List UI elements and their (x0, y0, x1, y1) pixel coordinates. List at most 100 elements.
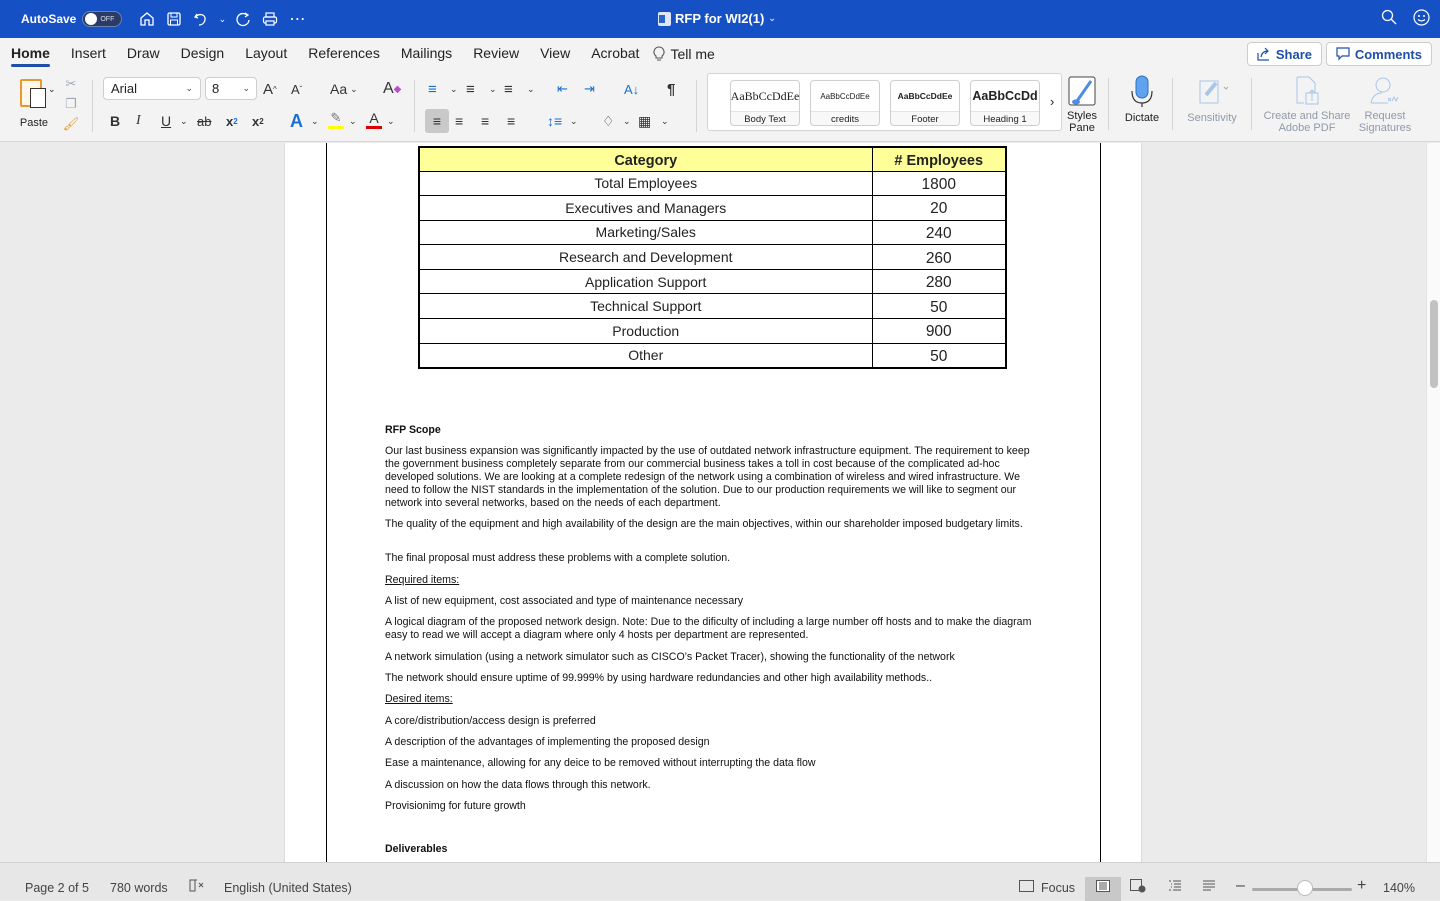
decrease-indent-icon[interactable]: ⇤ (557, 78, 568, 100)
zoom-slider-handle[interactable] (1297, 880, 1313, 896)
search-icon[interactable] (1381, 9, 1397, 31)
style-credits[interactable]: AaBbCcDdEe credits (810, 80, 880, 126)
tab-view[interactable]: View (540, 38, 570, 70)
save-icon[interactable] (163, 8, 185, 30)
style-footer[interactable]: AaBbCcDdEe Footer (890, 80, 960, 126)
multilevel-list-icon[interactable]: ≡ (504, 78, 513, 100)
clear-formatting-icon[interactable]: A ◆ (383, 78, 401, 100)
highlight-dropdown[interactable]: ⌄ (349, 110, 357, 132)
font-color-dropdown[interactable]: ⌄ (387, 110, 395, 132)
styles-more-chevron-icon[interactable]: › (1050, 94, 1054, 109)
more-icon[interactable]: ⋯ (286, 8, 308, 30)
word-count[interactable]: 780 words (110, 881, 168, 895)
lightbulb-icon (653, 46, 665, 61)
styles-pane-button[interactable]: Styles Pane (1066, 75, 1098, 134)
style-name: Heading 1 (971, 111, 1039, 125)
subscript-button[interactable]: x2 (226, 110, 238, 132)
multilevel-dropdown[interactable]: ⌄ (527, 78, 535, 100)
align-left-button[interactable]: ≡ (425, 109, 449, 133)
italic-button[interactable]: I (136, 110, 141, 132)
category-cell: Production (418, 318, 873, 344)
font-name-select[interactable]: Arial ⌄ (103, 77, 201, 100)
scrollbar-thumb[interactable] (1430, 300, 1438, 388)
bullets-icon[interactable]: ≡ (428, 78, 437, 100)
justify-button[interactable]: ≡ (507, 110, 515, 132)
redo-icon[interactable] (232, 8, 254, 30)
dictate-button[interactable]: Dictate (1118, 75, 1166, 124)
text-effects-dropdown[interactable]: ⌄ (311, 110, 319, 132)
proofing-icon[interactable] (189, 879, 205, 896)
focus-mode-button[interactable]: Focus (1041, 881, 1075, 895)
borders-icon[interactable]: ▦ (638, 110, 651, 132)
tab-draw[interactable]: Draw (127, 38, 160, 70)
web-layout-view-icon[interactable] (1130, 879, 1146, 896)
tab-acrobat[interactable]: Acrobat (591, 38, 639, 70)
tab-mailings[interactable]: Mailings (401, 38, 452, 70)
copy-icon[interactable]: ❐ (65, 96, 77, 112)
create-pdf-icon (1296, 76, 1319, 105)
underline-dropdown[interactable]: ⌄ (180, 110, 188, 132)
print-layout-view-icon[interactable] (1096, 880, 1110, 895)
tell-me-label: Tell me (670, 46, 715, 62)
create-share-pdf-button[interactable]: Create and Share Adobe PDF (1260, 75, 1354, 134)
shrink-font-icon[interactable]: Aˇ (291, 78, 302, 100)
home-icon[interactable] (136, 8, 158, 30)
align-right-button[interactable]: ≡ (481, 110, 489, 132)
text-effects-icon[interactable]: A (290, 110, 303, 132)
bold-button[interactable]: B (110, 110, 120, 132)
align-center-button[interactable]: ≡ (455, 110, 463, 132)
line-spacing-icon[interactable]: ↕≡ (547, 110, 562, 132)
font-size-select[interactable]: 8 ⌄ (205, 77, 257, 100)
tell-me-search[interactable]: Tell me (653, 38, 715, 70)
tab-home[interactable]: Home (11, 38, 50, 70)
tab-layout[interactable]: Layout (245, 38, 287, 70)
draft-view-icon[interactable] (1202, 880, 1216, 895)
font-color-button[interactable]: A (366, 108, 382, 130)
undo-icon[interactable] (190, 8, 212, 30)
superscript-button[interactable]: x2 (252, 110, 264, 132)
underline-button[interactable]: U (161, 110, 171, 132)
zoom-in-button[interactable]: + (1357, 877, 1366, 895)
change-case-icon[interactable]: Aa ⌄ (330, 78, 358, 100)
outline-view-icon[interactable] (1168, 880, 1182, 895)
zoom-out-button[interactable]: – (1236, 877, 1245, 895)
paste-options-dropdown[interactable]: ⌄ (48, 84, 56, 95)
increase-indent-icon[interactable]: ⇥ (584, 78, 595, 100)
zoom-level[interactable]: 140% (1383, 881, 1415, 895)
table-row: Marketing/Sales 240 (418, 219, 1007, 246)
feedback-smiley-icon[interactable] (1413, 9, 1430, 31)
sort-icon[interactable]: A↓ (624, 78, 639, 100)
deliverables-heading: Deliverables (385, 843, 448, 855)
shading-dropdown[interactable]: ⌄ (623, 110, 631, 132)
bullets-dropdown[interactable]: ⌄ (450, 78, 458, 100)
vertical-scrollbar[interactable] (1426, 143, 1440, 862)
print-icon[interactable] (259, 8, 281, 30)
document-title[interactable]: RFP for WI2(1) ⌄ (658, 11, 776, 26)
request-signatures-button[interactable]: Request Signatures (1354, 75, 1416, 134)
tab-insert[interactable]: Insert (71, 38, 106, 70)
tab-design[interactable]: Design (181, 38, 225, 70)
share-button[interactable]: Share (1246, 42, 1322, 66)
borders-dropdown[interactable]: ⌄ (661, 110, 669, 132)
format-painter-icon[interactable]: 🖌 (63, 116, 80, 132)
strikethrough-button[interactable]: ab (197, 110, 211, 132)
show-formatting-marks-icon[interactable]: ¶ (667, 78, 675, 100)
language[interactable]: English (United States) (224, 881, 352, 895)
shading-icon[interactable]: ♢ (602, 110, 615, 132)
numbering-icon[interactable]: ≡ (466, 78, 475, 100)
page-count[interactable]: Page 2 of 5 (25, 881, 89, 895)
scope-paragraph: The quality of the equipment and high av… (385, 518, 1023, 530)
style-body-text[interactable]: AaBbCcDdEe Body Text (730, 80, 800, 126)
numbering-dropdown[interactable]: ⌄ (489, 78, 497, 100)
undo-dropdown-icon[interactable]: ⌄ (217, 8, 227, 30)
comments-button[interactable]: Comments (1325, 42, 1432, 66)
tab-review[interactable]: Review (473, 38, 519, 70)
autosave-toggle[interactable]: OFF (82, 11, 123, 27)
cut-icon[interactable]: ✂ (66, 76, 77, 92)
highlight-color-button[interactable]: ✎ (328, 108, 344, 130)
sensitivity-button[interactable]: Sensitivity (1182, 75, 1242, 124)
tab-references[interactable]: References (308, 38, 380, 70)
line-spacing-dropdown[interactable]: ⌄ (570, 110, 578, 132)
grow-font-icon[interactable]: A ^ (263, 78, 277, 100)
style-heading-1[interactable]: AaBbCcDd Heading 1 (970, 80, 1040, 126)
